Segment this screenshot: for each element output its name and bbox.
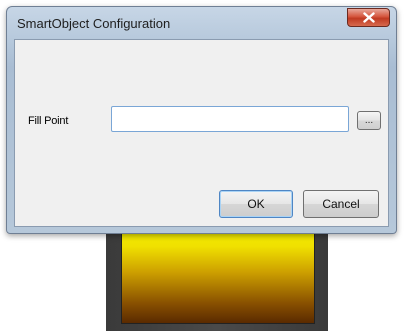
close-x-icon <box>362 12 375 23</box>
tank-fill-level <box>121 220 315 324</box>
smartobject-configuration-dialog: SmartObject Configuration Fill Point ...… <box>6 6 397 234</box>
fill-point-label: Fill Point <box>28 115 69 127</box>
close-button[interactable] <box>347 8 390 27</box>
title-bar[interactable]: SmartObject Configuration <box>7 7 396 39</box>
fill-point-input[interactable] <box>111 106 349 132</box>
dialog-client-area: Fill Point ... OK Cancel <box>14 39 389 227</box>
desktop-stage: SmartObject Configuration Fill Point ...… <box>0 0 408 331</box>
ok-button[interactable]: OK <box>219 190 293 218</box>
browse-button[interactable]: ... <box>357 111 381 130</box>
window-title: SmartObject Configuration <box>17 16 171 31</box>
cancel-button[interactable]: Cancel <box>303 190 379 218</box>
